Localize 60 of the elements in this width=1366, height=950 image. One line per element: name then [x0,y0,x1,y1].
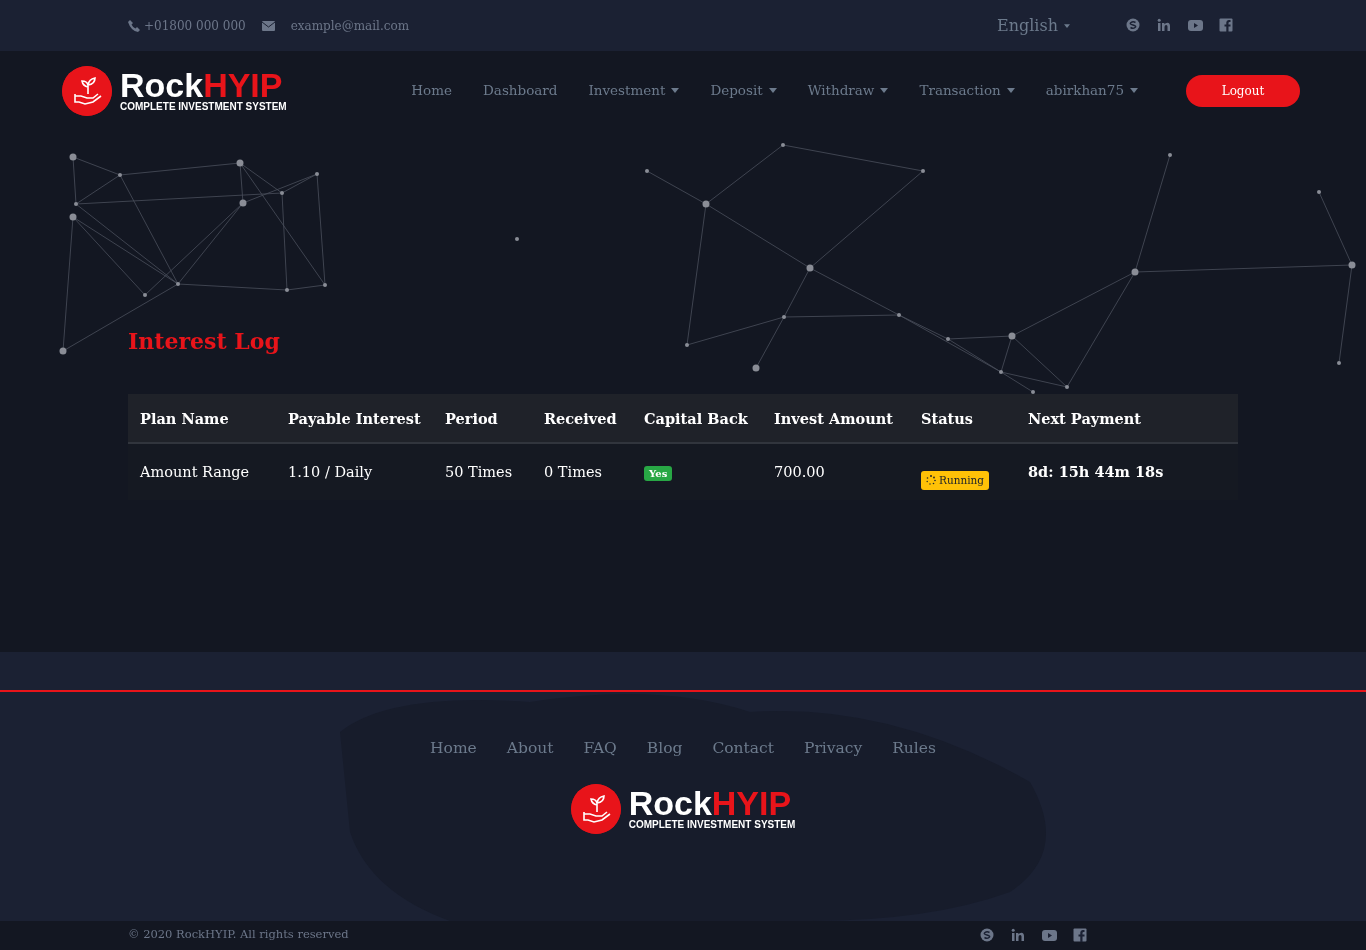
caret-icon [671,88,680,93]
logo-tagline: COMPLETE INVESTMENT SYSTEM [628,819,796,832]
logo-text: Rock [628,787,712,820]
copyright-text: © 2020 RockHYIP. All rights reserved [128,926,349,944]
table-cell: Amount Range [140,463,250,480]
spinner-icon [926,475,936,486]
footer-link[interactable]: Privacy [803,737,863,761]
column-header: Status [920,408,974,429]
linkedin-icon[interactable] [1011,927,1026,943]
footer-link[interactable]: Rules [892,737,936,761]
logout-button[interactable]: Logout [1186,74,1300,107]
column-header: Next Payment [1027,408,1142,429]
nav-dropdown[interactable]: Withdraw [807,80,889,101]
column-header: Period [444,408,499,429]
table-cell: 1.10 / Daily [288,463,373,480]
nav-link[interactable]: Home [411,80,453,101]
caret-icon [1064,23,1070,28]
language-dropdown[interactable]: English [997,13,1070,38]
caret-icon [1006,88,1015,93]
facebook-icon[interactable] [1219,18,1234,33]
youtube-icon[interactable] [1188,18,1203,33]
caret-icon [1130,88,1138,93]
nav-link[interactable]: Dashboard [483,80,558,101]
nav-dropdown[interactable]: abirkhan75 [1045,80,1138,101]
page-title: Interest Log [128,328,280,355]
caret-icon [768,88,777,93]
nav-dropdown[interactable]: Investment [588,80,680,101]
column-header: Capital Back [643,408,749,429]
column-header: Payable Interest [287,408,422,429]
youtube-icon[interactable] [1042,927,1057,943]
facebook-icon[interactable] [1073,927,1088,943]
logo-icon [62,65,112,116]
footer-link[interactable]: Home [430,737,477,761]
nav-dropdown[interactable]: Deposit [710,80,777,101]
table-cell: 8d: 15h 44m 18s [1028,463,1164,480]
footer-link[interactable]: Contact [712,737,774,761]
table-cell: 50 Times [445,463,513,480]
table-cell: 0 Times [544,463,602,480]
status-badge: Running [921,470,990,491]
column-header: Invest Amount [773,408,894,429]
capital-back-badge: Yes [644,465,673,481]
nav-dropdown[interactable]: Transaction [919,80,1015,101]
caret-icon [880,88,889,93]
email-address: example@mail.com [290,17,410,35]
logo-text: HYIP [203,68,283,101]
phone-icon [128,19,140,32]
table-cell: 700.00 [774,463,825,480]
logo-text: HYIP [711,787,792,820]
linkedin-icon[interactable] [1157,18,1172,33]
skype-icon[interactable] [1126,18,1141,33]
footer-link[interactable]: About [506,737,554,761]
skype-icon[interactable] [980,927,995,943]
footer-link[interactable]: Blog [646,737,683,761]
phone-number: +01800 000 000 [144,17,246,35]
envelope-icon [261,20,275,31]
column-header: Plan Name [139,408,230,429]
footer-link[interactable]: FAQ [583,737,617,761]
logo-text: Rock [120,68,204,101]
logo-tagline: COMPLETE INVESTMENT SYSTEM [120,100,287,113]
column-header: Received [543,408,618,429]
